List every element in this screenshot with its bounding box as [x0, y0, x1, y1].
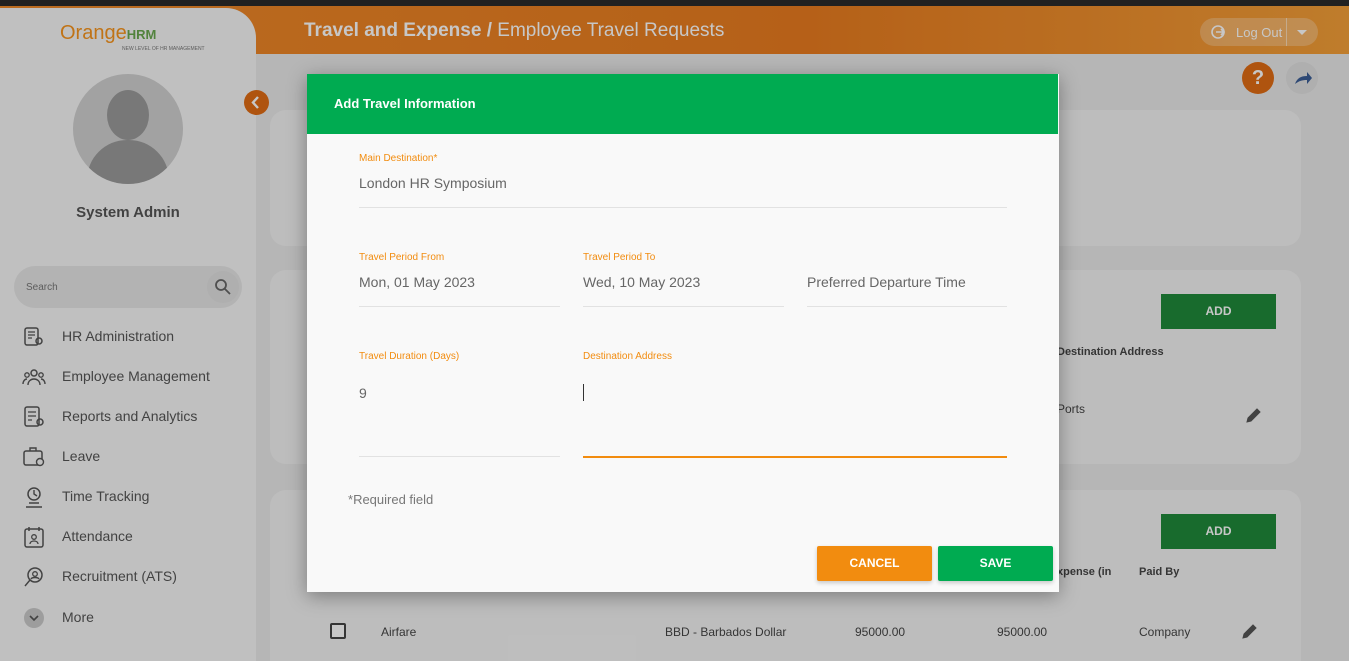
dialog-header: Add Travel Information	[307, 74, 1058, 134]
save-button[interactable]: SAVE	[938, 546, 1053, 581]
travel-period-to-underline	[583, 306, 784, 307]
text-cursor	[583, 384, 584, 401]
travel-period-from-input[interactable]: Mon, 01 May 2023	[359, 274, 475, 290]
travel-period-from-underline	[359, 306, 560, 307]
preferred-departure-time-underline	[807, 306, 1007, 307]
main-destination-label: Main Destination*	[359, 153, 437, 164]
preferred-departure-time-input[interactable]: Preferred Departure Time	[807, 274, 966, 290]
destination-address-label: Destination Address	[583, 351, 672, 362]
add-travel-information-dialog: Add Travel Information	[307, 74, 1059, 592]
required-field-text: Required field	[353, 492, 434, 507]
required-mark: *	[433, 153, 438, 164]
travel-period-from-label: Travel Period From	[359, 252, 445, 263]
main-destination-input[interactable]: London HR Symposium	[359, 175, 507, 191]
dialog-title: Add Travel Information	[334, 96, 476, 111]
travel-duration-underline	[359, 456, 560, 457]
travel-period-to-label: Travel Period To	[583, 252, 656, 263]
destination-address-underline	[583, 456, 1007, 458]
travel-duration-input[interactable]: 9	[359, 385, 367, 401]
main-destination-underline	[359, 207, 1007, 208]
required-field-note: *Required field	[348, 492, 433, 507]
travel-duration-label: Travel Duration (Days)	[359, 351, 460, 362]
travel-period-to-input[interactable]: Wed, 10 May 2023	[583, 274, 700, 290]
cancel-button[interactable]: CANCEL	[817, 546, 932, 581]
main-destination-label-text: Main Destination	[359, 153, 434, 164]
